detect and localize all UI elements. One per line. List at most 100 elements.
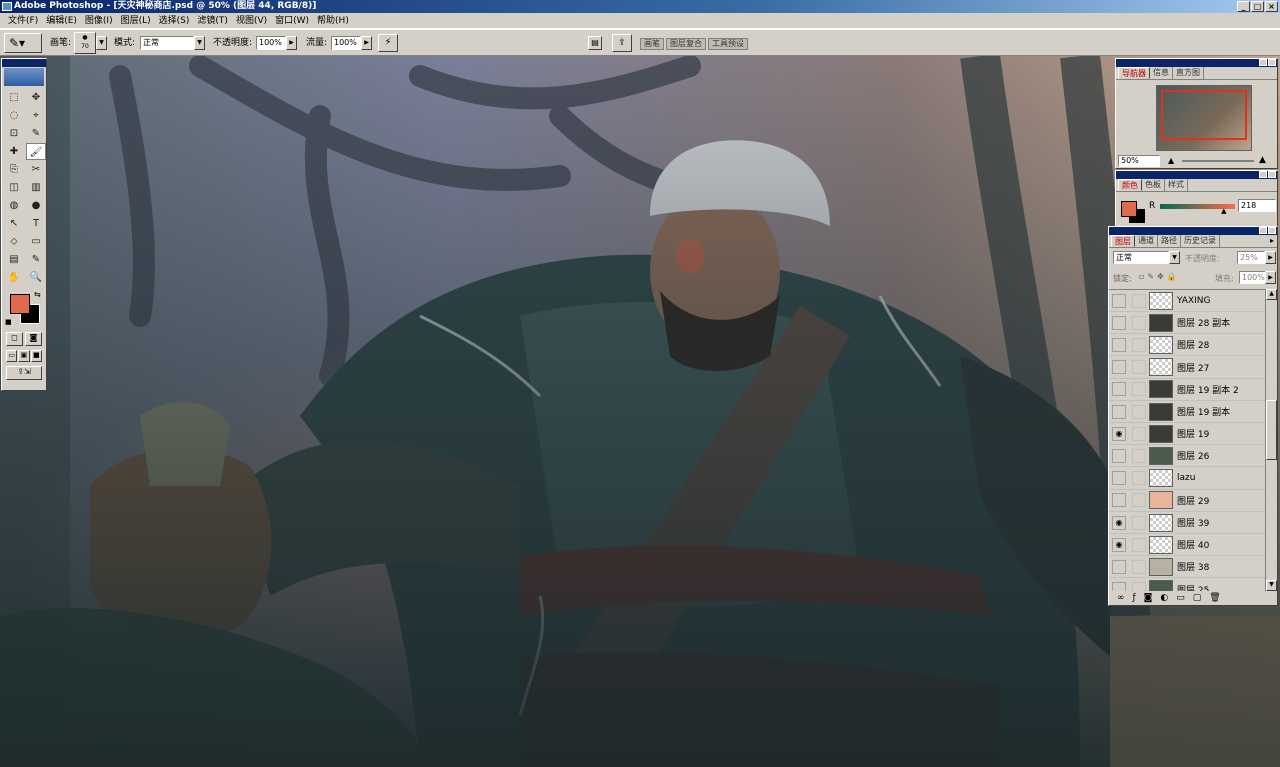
layer-row[interactable]: 图层 29 [1109,490,1265,512]
visibility-toggle[interactable] [1112,382,1126,397]
navigator-title-bar[interactable] [1116,59,1277,67]
layer-row[interactable]: lazu [1109,468,1265,490]
eraser-tool-icon[interactable]: ◫ [4,179,24,196]
standard-mode-icon[interactable]: ◻ [6,332,23,346]
brush-tool-icon[interactable]: 🖌 [26,143,46,160]
layer-row[interactable]: ◉ 图层 40 [1109,534,1265,557]
layer-row[interactable]: YAXING [1109,290,1265,312]
document-canvas[interactable] [0,56,1280,767]
fill-input[interactable]: 100% [1239,271,1267,284]
delete-layer-icon[interactable]: 🗑 [1209,593,1220,604]
scroll-thumb[interactable] [1266,400,1277,460]
scroll-down-icon[interactable]: ▼ [1266,580,1277,591]
marquee-tool-icon[interactable]: ⬚ [4,89,24,106]
navigator-zoom-slider[interactable] [1182,160,1254,162]
tab-styles[interactable]: 样式 [1165,179,1188,191]
airbrush-toggle-icon[interactable]: ⚡ [378,34,398,52]
well-tab-brushes[interactable]: 画笔 [640,38,664,50]
tool-preset-picker[interactable]: ✎▾ [4,33,42,53]
lock-icons[interactable]: ▫✎✥🔒 [1139,272,1180,281]
scroll-up-icon[interactable]: ▲ [1266,289,1277,300]
visibility-toggle[interactable] [1112,493,1126,508]
menu-help[interactable]: 帮助(H) [313,14,353,28]
layer-list-scrollbar[interactable]: ▲ ▼ [1265,289,1277,591]
tab-histogram[interactable]: 直方图 [1173,67,1204,79]
tab-layers[interactable]: 图层 [1111,235,1135,247]
visibility-eye-icon[interactable]: ◉ [1112,426,1126,441]
link-layers-icon[interactable]: ∞ [1117,593,1125,604]
menu-image[interactable]: 图像(I) [81,14,117,28]
menu-filter[interactable]: 滤镜(T) [193,14,232,28]
visibility-toggle[interactable] [1112,337,1126,352]
red-value-input[interactable]: 218 [1238,199,1276,212]
navigator-zoom-input[interactable]: 50% [1118,155,1160,167]
tab-paths[interactable]: 路径 [1158,235,1181,247]
crop-tool-icon[interactable]: ⊡ [4,125,24,142]
swap-colors-icon[interactable]: ⇆ [34,290,41,299]
visibility-toggle[interactable] [1112,559,1126,574]
mode-dropdown[interactable]: ▼ [194,36,205,50]
quick-mask-icon[interactable]: ◙ [25,332,42,346]
slice-tool-icon[interactable]: ✎ [26,125,46,142]
foreground-color-swatch[interactable] [10,294,30,314]
visibility-toggle[interactable] [1112,404,1126,419]
red-slider-thumb-icon[interactable]: ▲ [1221,208,1226,215]
visibility-toggle[interactable] [1112,293,1126,308]
layer-row[interactable]: 图层 19 副本 [1109,401,1265,423]
layer-link-toggle[interactable] [1132,315,1146,330]
layer-link-toggle[interactable] [1132,493,1146,508]
hand-tool-icon[interactable]: ✋ [4,269,24,286]
layer-row[interactable]: ◉ 图层 19 [1109,423,1265,446]
fill-stepper[interactable]: ▶ [1265,271,1276,284]
flow-input[interactable]: 100% [331,36,361,50]
tab-color[interactable]: 颜色 [1118,179,1142,191]
dodge-tool-icon[interactable]: ● [26,197,46,214]
menu-view[interactable]: 视图(V) [232,14,271,28]
navigator-view-box[interactable] [1161,90,1247,140]
layer-link-toggle[interactable] [1132,382,1146,397]
red-channel-slider[interactable]: ▲ [1160,204,1235,215]
layer-link-toggle[interactable] [1132,448,1146,463]
jump-to-imageready-icon[interactable]: ⇪⇲ [6,366,42,380]
history-brush-tool-icon[interactable]: ✂ [26,161,46,178]
menu-select[interactable]: 选择(S) [155,14,194,28]
visibility-toggle[interactable] [1112,471,1126,486]
opacity-stepper[interactable]: ▶ [286,36,297,50]
opacity-input[interactable]: 100% [256,36,286,50]
flow-stepper[interactable]: ▶ [361,36,372,50]
menu-window[interactable]: 窗口(W) [271,14,313,28]
notes-tool-icon[interactable]: ▤ [4,251,24,268]
color-close-button[interactable] [1268,171,1276,178]
tab-history[interactable]: 历史记录 [1181,235,1220,247]
zoom-in-icon[interactable]: ▲ [1259,155,1266,165]
visibility-toggle[interactable] [1112,315,1126,330]
tab-swatches[interactable]: 色板 [1142,179,1165,191]
layer-row[interactable]: ◉ 图层 39 [1109,512,1265,534]
lasso-tool-icon[interactable]: ◌ [4,107,24,124]
layer-link-toggle[interactable] [1132,293,1146,308]
default-colors-icon[interactable]: ■ [5,318,12,326]
layer-link-toggle[interactable] [1132,426,1146,441]
path-selection-tool-icon[interactable]: ↖ [4,215,24,232]
layer-link-toggle[interactable] [1132,582,1146,591]
brush-preset-button[interactable]: ● 70 [74,32,96,54]
layer-link-toggle[interactable] [1132,559,1146,574]
file-browser-icon[interactable]: ▤ [588,36,602,50]
brush-dropdown[interactable]: ▼ [96,36,107,50]
menu-edit[interactable]: 编辑(E) [42,14,81,28]
layer-link-toggle[interactable] [1132,515,1146,530]
blend-mode-dropdown[interactable]: ▼ [1169,251,1180,264]
layer-opacity-stepper[interactable]: ▶ [1265,251,1276,264]
layer-style-icon[interactable]: ƒ [1133,593,1136,604]
screen-mode-full-icon[interactable]: ■ [30,350,42,362]
layers-title-bar[interactable] [1109,227,1277,235]
close-button[interactable]: × [1265,1,1278,12]
move-tool-icon[interactable]: ✥ [26,89,46,106]
layers-close-button[interactable] [1268,227,1276,234]
shape-tool-icon[interactable]: ▭ [26,233,46,250]
visibility-toggle[interactable] [1112,448,1126,463]
layer-row[interactable]: 图层 28 副本 [1109,312,1265,335]
type-tool-icon[interactable]: T [26,215,46,232]
layer-link-toggle[interactable] [1132,404,1146,419]
layer-link-toggle[interactable] [1132,471,1146,486]
